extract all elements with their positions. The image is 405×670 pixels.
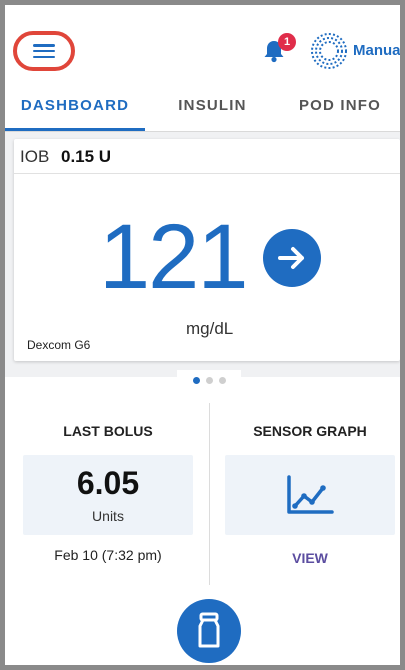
panel-divider xyxy=(209,403,210,585)
sensor-name: Dexcom G6 xyxy=(27,338,91,352)
tab-pod-info[interactable]: POD INFO xyxy=(280,85,400,131)
glucose-value: 121 xyxy=(99,206,248,308)
menu-button[interactable] xyxy=(13,31,75,71)
last-bolus-unit: Units xyxy=(92,508,124,524)
trend-arrow-icon xyxy=(263,229,321,287)
glucose-card[interactable]: IOB 0.15 U 121 mg/dL Dexcom G6 xyxy=(14,139,400,361)
notification-badge: 1 xyxy=(278,33,296,51)
page-dot-3[interactable] xyxy=(218,376,226,384)
sensor-graph-view-link[interactable]: VIEW xyxy=(225,550,395,566)
iob-bar: IOB 0.15 U xyxy=(14,139,400,174)
bolus-vial-icon xyxy=(198,612,220,648)
last-bolus-title: LAST BOLUS xyxy=(63,423,153,439)
tab-dashboard[interactable]: DASHBOARD xyxy=(5,85,145,131)
page-dot-2[interactable] xyxy=(205,376,213,384)
sensor-graph-title: SENSOR GRAPH xyxy=(253,423,367,439)
line-graph-icon xyxy=(287,475,334,514)
page-indicator[interactable] xyxy=(177,370,241,390)
page-dot-1[interactable] xyxy=(192,376,200,384)
app-screen: 1 Manual DASHBOARD INSULIN POD INFO IOB … xyxy=(0,0,405,670)
tab-bar: DASHBOARD INSULIN POD INFO xyxy=(5,85,400,132)
last-bolus-box: 6.05 Units xyxy=(23,455,193,535)
last-bolus-value: 6.05 xyxy=(76,465,140,501)
active-tab-indicator xyxy=(5,128,145,131)
sensor-graph-box[interactable] xyxy=(225,455,395,535)
mode-indicator-icon xyxy=(311,33,347,69)
tab-insulin[interactable]: INSULIN xyxy=(145,85,280,131)
mode-label[interactable]: Manual xyxy=(353,42,400,59)
glucose-unit: mg/dL xyxy=(186,319,234,338)
arrow-right-icon xyxy=(278,247,304,269)
iob-value: 0.15 U xyxy=(61,147,112,166)
top-bar: 1 Manual xyxy=(5,5,400,85)
hamburger-menu-icon xyxy=(33,44,55,58)
last-bolus-date: Feb 10 (7:32 pm) xyxy=(54,547,162,563)
iob-label: IOB xyxy=(20,147,50,166)
bolus-button[interactable] xyxy=(177,599,241,663)
